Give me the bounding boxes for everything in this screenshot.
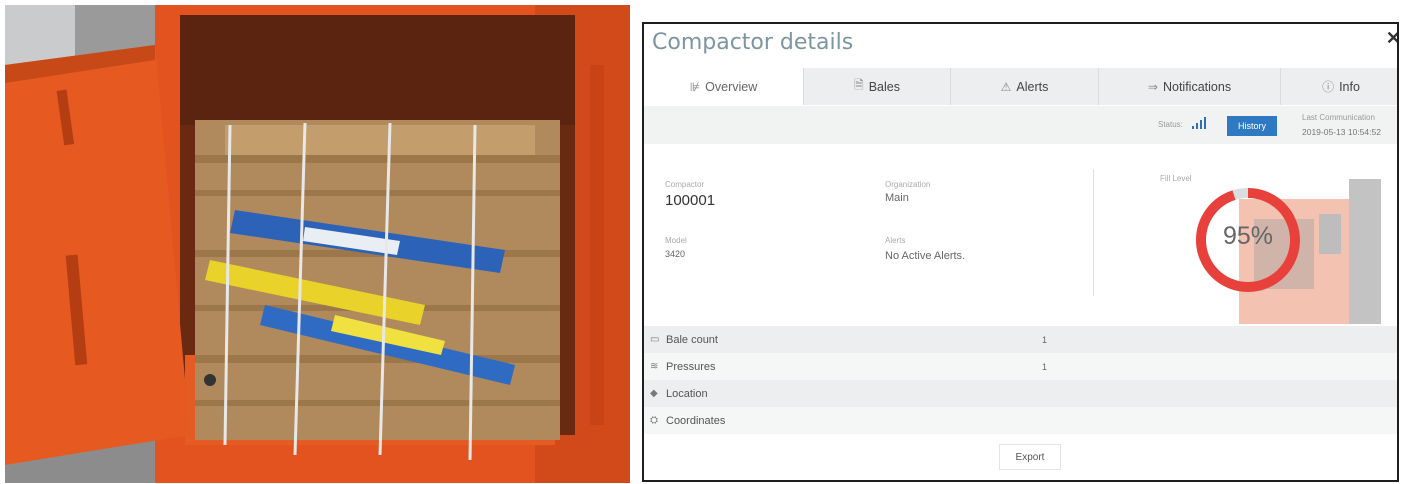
status-bar: Status: History Last Communication 2019-…	[644, 106, 1397, 144]
export-button[interactable]: Export	[999, 444, 1061, 470]
share-icon: ⇒	[1147, 79, 1158, 94]
alerts-value: No Active Alerts.	[885, 250, 966, 262]
compactor-label: Compactor	[665, 180, 705, 189]
compactor-value: 100001	[665, 192, 716, 209]
tab-info[interactable]: ⓘ Info	[1281, 68, 1397, 105]
tab-bar: ⊯ Overview 🗎 Bales ⚠ Alerts ⇒ Notificati…	[644, 68, 1397, 105]
alerts-label: Alerts	[885, 236, 906, 245]
baler-photo	[5, 5, 630, 483]
row-label: Location	[666, 387, 708, 400]
document-icon: 🗎	[854, 78, 864, 92]
compactor-details-dialog: Compactor details ✕ ⊯ Overview 🗎 Bales ⚠…	[642, 22, 1399, 482]
organization-value: Main	[885, 192, 909, 204]
last-communication-value: 2019-05-13 10:54:52	[1302, 127, 1381, 137]
model-value: 3420	[665, 249, 686, 259]
chart-icon: ⊯	[689, 79, 701, 94]
summary-table: ▭ Bale count 1 ≋ Pressures 1 ◆ Location …	[644, 326, 1397, 434]
row-coordinates: ⛭ Coordinates	[644, 407, 1397, 434]
tab-label: Bales	[868, 79, 900, 94]
row-pressures: ≋ Pressures 1	[644, 353, 1397, 380]
history-button[interactable]: History	[1227, 116, 1277, 136]
row-label: Coordinates	[666, 414, 726, 427]
coordinates-icon: ⛭	[650, 415, 658, 426]
dialog-title: Compactor details	[652, 30, 854, 55]
close-icon[interactable]: ✕	[1386, 28, 1397, 49]
row-label: Pressures	[666, 360, 716, 373]
tab-overview[interactable]: ⊯ Overview	[644, 68, 804, 105]
tab-alerts[interactable]: ⚠ Alerts	[951, 68, 1099, 105]
row-value: 1	[1042, 334, 1048, 345]
model-label: Model	[665, 236, 687, 245]
warning-icon: ⚠	[1000, 79, 1012, 94]
row-location: ◆ Location	[644, 380, 1397, 407]
info-icon: ⓘ	[1322, 80, 1335, 94]
details-divider	[1093, 169, 1094, 296]
fill-level-label: Fill Level	[1160, 174, 1192, 183]
tab-label: Notifications	[1162, 79, 1232, 94]
tab-label: Info	[1339, 79, 1360, 94]
baler-photo-illustration	[5, 5, 630, 483]
tab-label: Overview	[705, 79, 758, 94]
bale-icon: ▭	[650, 334, 660, 345]
fill-level-value: 95%	[1222, 222, 1274, 250]
tab-notifications[interactable]: ⇒ Notifications	[1099, 68, 1281, 105]
last-communication-label: Last Communication	[1302, 113, 1375, 122]
location-icon: ◆	[650, 388, 658, 399]
signal-icon	[1192, 117, 1206, 129]
row-label: Bale count	[666, 333, 718, 346]
row-value: 1	[1042, 361, 1048, 372]
organization-label: Organization	[885, 180, 931, 189]
pressure-icon: ≋	[650, 361, 659, 372]
tab-label: Alerts	[1016, 79, 1049, 94]
row-bale-count: ▭ Bale count 1	[644, 326, 1397, 353]
status-label: Status:	[1158, 120, 1183, 129]
tab-bales[interactable]: 🗎 Bales	[804, 68, 951, 105]
